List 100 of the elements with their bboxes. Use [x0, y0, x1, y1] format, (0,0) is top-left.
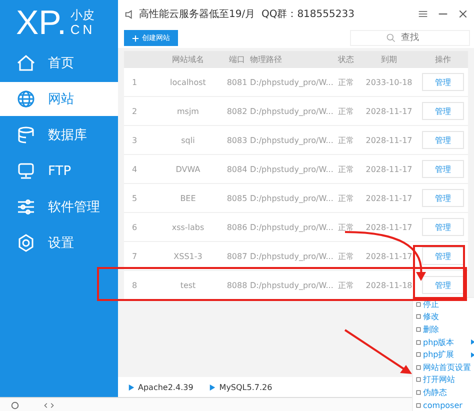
search-field[interactable]: 查找 [350, 30, 470, 46]
close-icon[interactable] [458, 9, 468, 19]
table-cell-text: 1 [131, 78, 138, 86]
table-cell-text: 2028-11-17 [364, 222, 414, 232]
table-cell-text: 2028-11-17 [364, 194, 414, 202]
table-cell-text: 8084 [226, 164, 248, 174]
manage-button[interactable]: 管理 [422, 102, 464, 120]
logo-text: CN [70, 23, 96, 37]
menu-item[interactable]: php版本 [413, 336, 474, 348]
table-cell-text: 8081 [226, 78, 248, 86]
table-cell-text: XSS1-3 [172, 252, 204, 260]
logo-text: 小皮 [70, 9, 96, 22]
sliders-icon [16, 197, 36, 217]
table-cell-text: 2 [131, 106, 138, 116]
table-cell: D:/phpstudy_pro/W... [250, 136, 332, 144]
table-cell-text: localhost [169, 78, 207, 86]
table-cell-text: 正常 [337, 222, 355, 232]
service-status: Apache2.4.39 [138, 382, 194, 392]
manage-button[interactable]: 管理 [422, 131, 464, 149]
table-cell-text: 正常 [337, 134, 355, 146]
service-status: MySQL5.7.26 [219, 382, 272, 392]
menu-item[interactable]: composer [413, 398, 474, 411]
table-cell-text: 2028-11-17 [364, 106, 414, 116]
table-cell-text: 正常 [337, 250, 355, 262]
table-cell: D:/phpstudy_pro/W... [250, 78, 332, 86]
sidebar-item[interactable]: 软件管理 [0, 190, 118, 224]
table-cell-text: 3 [131, 136, 138, 144]
settings-icon [16, 233, 36, 253]
annotation-arrow [344, 329, 412, 374]
table-cell: D:/phpstudy_pro/W... [250, 280, 332, 290]
table-cell: D:/phpstudy_pro/W... [250, 106, 332, 116]
sidebar-item[interactable]: 网站 [0, 82, 118, 116]
home-icon [16, 53, 36, 73]
table-cell-text: sqli [180, 136, 196, 144]
table-cell-text: 正常 [337, 76, 355, 88]
menu-item[interactable]: php扩展 [413, 348, 474, 361]
menu-item-icon [416, 326, 421, 332]
sidebar-item[interactable]: 数据库 [0, 118, 118, 152]
manage-button[interactable]: 管理 [422, 160, 464, 178]
manage-button[interactable]: 管理 [422, 218, 464, 236]
manage-button[interactable]: 管理 [422, 276, 464, 294]
menu-item[interactable]: 打开网站 [413, 374, 474, 386]
monitor-icon [16, 161, 36, 181]
table-cell-text: msjm [176, 106, 200, 116]
table-cell-text: 4 [131, 164, 138, 174]
table-cell-text: 2028-11-18 [364, 280, 414, 290]
column-header: 网站域名 [171, 54, 205, 65]
menu-item-icon [416, 402, 421, 408]
circle-icon[interactable] [10, 400, 20, 410]
sidebar-item[interactable]: 设置 [0, 226, 118, 260]
table-cell-text: 8082 [226, 106, 248, 116]
column-header: 物理路径 [250, 54, 283, 65]
menu-item[interactable]: 伪静态 [413, 386, 474, 399]
table-cell: D:/phpstudy_pro/W... [250, 222, 332, 232]
column-header: 到期 [380, 54, 398, 65]
search-icon [386, 33, 396, 43]
table-cell-text: DVWA [174, 164, 202, 174]
menu-item-icon [416, 390, 421, 395]
menu-item[interactable]: 修改 [413, 310, 474, 324]
play-icon [128, 384, 135, 390]
manage-button[interactable]: 管理 [422, 247, 464, 265]
table-cell-text: xss-labs [170, 222, 206, 232]
menu-item[interactable]: 网站首页设置 [413, 360, 474, 374]
table-cell-text: 8083 [226, 136, 248, 144]
table-cell-text: 8088 [226, 280, 248, 290]
menu-item[interactable]: 删除 [413, 323, 474, 336]
table-cell-text: 2028-11-17 [364, 252, 414, 260]
play-icon [209, 384, 216, 390]
table-cell-text: test [179, 280, 197, 290]
table-cell-text: 2028-11-17 [364, 164, 414, 174]
code-icon[interactable] [44, 400, 54, 410]
table-cell-text: 8 [131, 280, 138, 290]
table-cell-text: 6 [131, 222, 138, 232]
table-cell-text: 5 [131, 194, 138, 202]
table-cell-text: 正常 [337, 280, 355, 290]
menu-icon[interactable] [418, 9, 428, 19]
column-header: 端口 [228, 54, 246, 65]
table-cell-text: BEE [179, 194, 197, 202]
menu-item[interactable]: 停止 [413, 298, 474, 311]
menu-item-icon [416, 302, 421, 307]
menu-item-icon [416, 340, 421, 345]
database-icon [16, 125, 36, 145]
column-header: 操作 [434, 54, 452, 65]
table-cell-text: 8086 [226, 222, 248, 232]
table-cell: D:/phpstudy_pro/W... [250, 252, 332, 260]
table-cell: D:/phpstudy_pro/W... [250, 164, 332, 174]
table-cell-text: 2033-10-18 [364, 78, 414, 86]
table-cell: D:/phpstudy_pro/W... [250, 194, 332, 202]
table-cell-text: 8087 [226, 252, 248, 260]
table-cell-text: 8085 [226, 194, 248, 202]
sidebar-item[interactable]: 首页 [0, 46, 118, 80]
table-cell-text: 正常 [337, 192, 355, 204]
manage-button[interactable]: 管理 [422, 73, 464, 91]
table-cell-text: 2028-11-17 [364, 136, 414, 144]
manage-button[interactable]: 管理 [422, 189, 464, 207]
menu-item-icon [416, 314, 421, 320]
sidebar-item[interactable]: FTP [0, 154, 118, 188]
logo-text: XP. [16, 6, 66, 40]
table-cell-text: 7 [131, 252, 138, 260]
column-header: 状态 [337, 54, 355, 65]
